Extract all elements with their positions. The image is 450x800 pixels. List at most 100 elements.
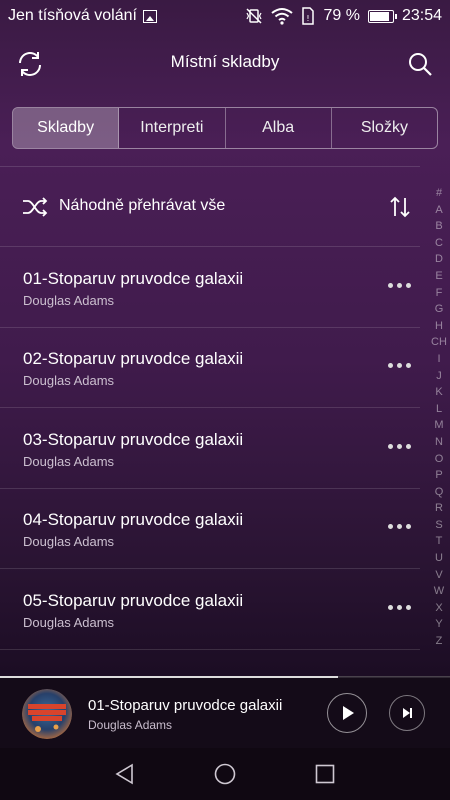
dot-icon: [397, 443, 402, 449]
dot-icon: [397, 282, 402, 288]
song-row[interactable]: 02-Stoparuv pruvodce galaxii Douglas Ada…: [0, 327, 420, 407]
recent-apps-icon[interactable]: [313, 762, 337, 786]
index-letter[interactable]: B: [435, 218, 442, 235]
search-icon: [409, 53, 432, 76]
dot-icon: [406, 443, 411, 449]
index-letter[interactable]: A: [435, 202, 442, 219]
sort-button[interactable]: [387, 194, 413, 220]
play-icon: [343, 706, 354, 720]
index-letter[interactable]: N: [435, 434, 443, 451]
more-options-button[interactable]: [388, 279, 414, 291]
album-cover-art: [22, 689, 72, 739]
battery-icon: [367, 9, 397, 23]
more-options-button[interactable]: [388, 359, 414, 371]
album-cover[interactable]: [22, 689, 72, 739]
index-letter[interactable]: #: [436, 185, 442, 202]
more-options-button[interactable]: [388, 601, 414, 613]
index-letter[interactable]: X: [435, 600, 442, 617]
index-letter[interactable]: O: [435, 451, 444, 468]
next-track-button[interactable]: [389, 695, 425, 731]
song-title: 03-Stoparuv pruvodce galaxii: [23, 430, 244, 449]
dot-icon: [397, 362, 402, 368]
shuffle-icon: [23, 197, 48, 217]
dot-icon: [406, 604, 411, 610]
song-artist: Douglas Adams: [23, 293, 115, 308]
dot-icon: [397, 604, 402, 610]
alphabet-index[interactable]: # A B C D E F G H CH I J K L M N O P Q R S T U V W X Y Z: [428, 185, 450, 650]
index-letter[interactable]: K: [435, 384, 442, 401]
song-title: 01-Stoparuv pruvodce galaxii: [23, 269, 244, 288]
now-playing-title: 01-Stoparuv pruvodce galaxii: [88, 697, 283, 714]
wifi-icon: [271, 8, 294, 25]
index-letter[interactable]: R: [435, 500, 443, 517]
song-row[interactable]: 03-Stoparuv pruvodce galaxii Douglas Ada…: [0, 408, 420, 488]
dot-icon: [406, 362, 411, 368]
song-artist: Douglas Adams: [23, 454, 115, 469]
song-title: 04-Stoparuv pruvodce galaxii: [23, 510, 244, 529]
clock: 23:54: [401, 7, 442, 24]
index-letter[interactable]: I: [437, 351, 440, 368]
category-tabs: Skladby Interpreti Alba Složky: [12, 107, 438, 149]
index-letter[interactable]: H: [435, 318, 443, 335]
home-icon[interactable]: [213, 762, 237, 786]
song-artist: Douglas Adams: [23, 534, 115, 549]
tab-slozky[interactable]: Složky: [332, 108, 437, 148]
dot-icon: [388, 282, 393, 288]
index-letter[interactable]: Z: [436, 633, 443, 650]
tab-interpreti[interactable]: Interpreti: [119, 108, 226, 148]
playback-progress: [0, 676, 450, 678]
index-letter[interactable]: P: [435, 467, 442, 484]
sim-icon: !: [302, 7, 315, 25]
divider: [0, 649, 420, 650]
skip-next-icon: [403, 708, 412, 718]
index-letter[interactable]: CH: [431, 334, 447, 351]
more-options-button[interactable]: [388, 440, 414, 452]
index-letter[interactable]: T: [436, 533, 443, 550]
index-letter[interactable]: U: [435, 550, 443, 567]
shuffle-all-row[interactable]: Náhodně přehrávat vše: [0, 178, 420, 236]
page-title: Místní skladby: [170, 52, 280, 71]
song-title: 05-Stoparuv pruvodce galaxii: [23, 591, 244, 610]
status-left: Jen tísňová volání: [8, 7, 157, 25]
song-artist: Douglas Adams: [23, 373, 115, 388]
tab-alba[interactable]: Alba: [226, 108, 332, 148]
index-letter[interactable]: V: [435, 567, 442, 584]
sort-icon: [390, 196, 410, 218]
song-title: 02-Stoparuv pruvodce galaxii: [23, 349, 244, 368]
status-bar: Jen tísňová volání ! 79 % 23:54: [0, 0, 450, 34]
index-letter[interactable]: D: [435, 251, 443, 268]
carrier-text: Jen tísňová volání: [8, 7, 137, 24]
play-button[interactable]: [327, 693, 367, 733]
index-letter[interactable]: S: [435, 517, 442, 534]
song-row[interactable]: 05-Stoparuv pruvodce galaxii Douglas Ada…: [0, 569, 420, 649]
index-letter[interactable]: E: [435, 268, 442, 285]
more-options-button[interactable]: [388, 520, 414, 532]
svg-text:!: !: [307, 14, 310, 23]
index-letter[interactable]: Y: [435, 616, 442, 633]
mini-player[interactable]: 01-Stoparuv pruvodce galaxii Douglas Ada…: [0, 676, 450, 749]
battery-percent: 79 %: [323, 7, 360, 24]
song-row[interactable]: 04-Stoparuv pruvodce galaxii Douglas Ada…: [0, 488, 420, 568]
index-letter[interactable]: Q: [435, 484, 444, 501]
back-icon[interactable]: [113, 762, 137, 786]
dot-icon: [406, 282, 411, 288]
index-letter[interactable]: J: [436, 368, 442, 385]
image-notification-icon: [142, 9, 157, 23]
index-letter[interactable]: L: [436, 401, 442, 418]
dot-icon: [388, 523, 393, 529]
index-letter[interactable]: G: [435, 301, 444, 318]
search-button[interactable]: [404, 48, 436, 80]
dot-icon: [388, 604, 393, 610]
dot-icon: [388, 362, 393, 368]
song-row[interactable]: 01-Stoparuv pruvodce galaxii Douglas Ada…: [0, 247, 420, 327]
dot-icon: [388, 443, 393, 449]
tab-skladby[interactable]: Skladby: [13, 108, 120, 148]
index-letter[interactable]: F: [436, 285, 443, 302]
playback-progress-fill: [0, 676, 338, 678]
dot-icon: [406, 523, 411, 529]
top-bar: Místní skladby: [0, 38, 450, 88]
now-playing-artist: Douglas Adams: [88, 718, 173, 732]
index-letter[interactable]: M: [434, 417, 443, 434]
index-letter[interactable]: W: [434, 583, 444, 600]
index-letter[interactable]: C: [435, 235, 443, 252]
